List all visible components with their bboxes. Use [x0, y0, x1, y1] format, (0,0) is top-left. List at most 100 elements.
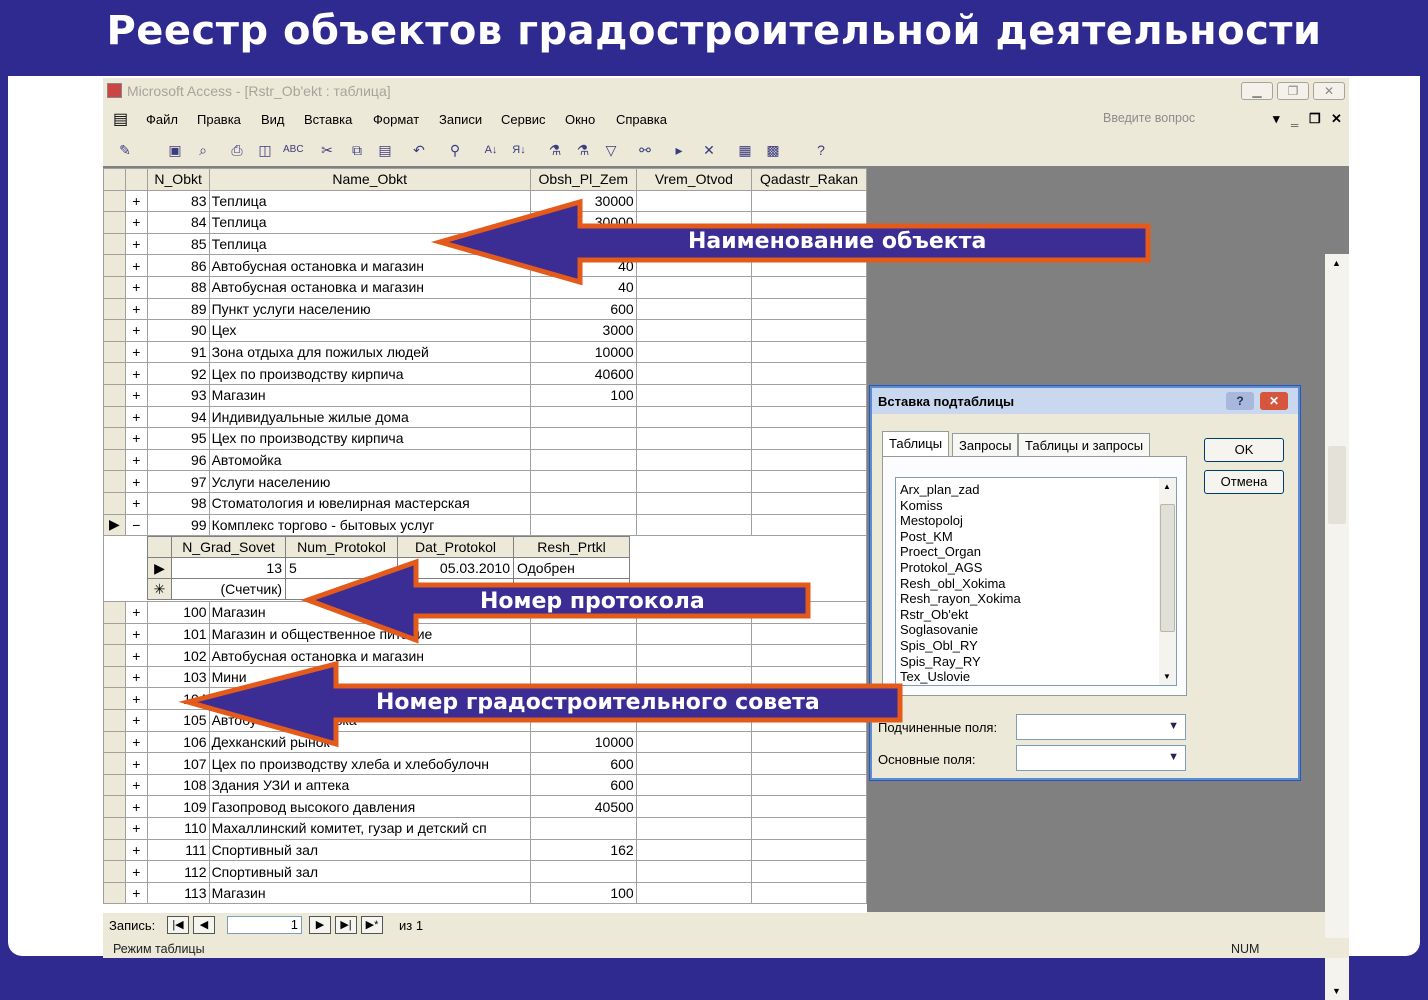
cell-n-obkt[interactable]: 98 [146, 491, 210, 515]
list-item[interactable]: Arx_plan_zad [900, 482, 980, 497]
tab-both[interactable]: Таблицы и запросы [1018, 433, 1151, 457]
print-icon[interactable]: ⎙ [227, 140, 247, 160]
vertical-scrollbar[interactable]: ▲ ▼ [1325, 254, 1349, 1000]
table-row[interactable]: +94 Индивидуальные жилые дома [103, 405, 867, 429]
cell-obsh-pl-zem[interactable] [529, 427, 637, 450]
new-object-icon[interactable]: ▩ [763, 140, 783, 160]
expand-toggle[interactable]: + [124, 838, 148, 862]
row-selector[interactable] [103, 297, 126, 321]
expand-toggle[interactable]: + [124, 232, 148, 256]
column-header[interactable]: Vrem_Otvod [635, 168, 753, 191]
cell-vrem-otvod[interactable] [635, 427, 753, 450]
filter-form-icon[interactable]: ⚗ [573, 140, 593, 160]
expand-toggle[interactable]: + [124, 470, 148, 493]
cell-n-obkt[interactable]: 90 [146, 319, 210, 342]
cell-obsh-pl-zem[interactable]: 40500 [529, 795, 637, 819]
cell-name-obkt[interactable]: Зона отдыха для пожилых людей [208, 340, 531, 364]
list-item[interactable]: Spis_Ray_RY [900, 654, 981, 669]
dialog-close-button[interactable]: ✕ [1260, 392, 1288, 410]
row-selector[interactable] [103, 730, 126, 754]
search-file-icon[interactable]: ⌕ [193, 140, 213, 160]
table-row[interactable]: +113 Магазин 100 [103, 881, 867, 905]
cell-qadastr-rakan[interactable] [751, 470, 867, 493]
list-scroll-down-icon[interactable]: ▼ [1163, 672, 1171, 681]
row-selector[interactable] [103, 817, 126, 840]
prev-record-button[interactable]: ◀ [193, 916, 215, 934]
cell-obsh-pl-zem[interactable]: 40600 [529, 362, 637, 385]
cell-n-obkt[interactable]: 91 [146, 340, 210, 364]
table-row[interactable]: +89 Пункт услуги населению 600 [103, 297, 867, 321]
cell-qadastr-rakan[interactable] [751, 491, 867, 515]
view-icon[interactable]: ✎ [115, 140, 135, 160]
cell-name-obkt[interactable]: Услуги населению [208, 470, 531, 493]
cell-n-obkt[interactable]: 83 [146, 189, 210, 213]
sub-column-header[interactable]: Resh_Prtkl [513, 536, 630, 559]
list-item[interactable]: Resh_rayon_Xokima [900, 591, 1021, 606]
sub-column-header[interactable]: Dat_Protokol [397, 536, 514, 559]
expand-toggle[interactable]: + [124, 340, 148, 364]
expand-toggle[interactable]: + [124, 211, 148, 234]
scroll-up-arrow-icon[interactable]: ▲ [1332, 258, 1341, 268]
cell-n-obkt[interactable]: 97 [146, 470, 210, 493]
copy-icon[interactable]: ⧉ [347, 140, 367, 160]
tables-list[interactable]: Arx_plan_zad Komiss Mestopoloj Post_KM Proec… [895, 477, 1177, 686]
row-selector[interactable] [103, 319, 126, 342]
list-scroll-up-icon[interactable]: ▲ [1163, 482, 1171, 491]
spelling-icon[interactable]: ABC [283, 140, 304, 160]
cell-n-obkt[interactable]: 85 [146, 232, 210, 256]
column-header[interactable]: N_Obkt [146, 168, 210, 191]
cell-qadastr-rakan[interactable] [751, 795, 867, 819]
cell-qadastr-rakan[interactable] [751, 319, 867, 342]
expand-toggle[interactable]: + [124, 795, 148, 819]
sub-cell-grad-sovet[interactable]: 13 [171, 557, 286, 580]
table-row[interactable]: +111 Спортивный зал 162 [103, 838, 867, 862]
save-icon[interactable]: ▣ [165, 140, 185, 160]
cell-vrem-otvod[interactable] [635, 340, 753, 364]
cell-n-obkt[interactable]: 95 [146, 427, 210, 450]
cell-name-obkt[interactable]: Здания УЗИ и аптека [208, 773, 531, 797]
row-selector[interactable] [103, 773, 126, 797]
expand-toggle[interactable]: + [124, 881, 148, 905]
hyperlink-icon[interactable]: ⚲ [445, 140, 465, 160]
sort-ascending-icon[interactable]: A↓ [481, 140, 501, 160]
cell-name-obkt[interactable]: Стоматология и ювелирная мастерская [208, 491, 531, 515]
column-header[interactable]: Qadastr_Rakan [751, 168, 867, 191]
expand-toggle[interactable]: + [124, 491, 148, 515]
row-selector[interactable] [103, 709, 126, 732]
expand-toggle[interactable]: + [124, 275, 148, 299]
cell-qadastr-rakan[interactable] [751, 881, 867, 905]
cell-obsh-pl-zem[interactable]: 600 [529, 297, 637, 321]
apply-filter-icon[interactable]: ▽ [601, 140, 621, 160]
new-record-icon[interactable]: ▸ [669, 140, 689, 160]
expand-toggle[interactable]: + [124, 665, 148, 689]
child-fields-dropdown[interactable]: ▼ [1016, 714, 1186, 740]
column-header[interactable]: Obsh_Pl_Zem [529, 168, 637, 191]
cell-qadastr-rakan[interactable] [751, 513, 867, 537]
cell-obsh-pl-zem[interactable] [529, 491, 637, 515]
master-fields-dropdown[interactable]: ▼ [1016, 745, 1186, 771]
row-selector[interactable] [103, 448, 126, 472]
cell-obsh-pl-zem[interactable] [529, 817, 637, 840]
scroll-down-arrow-icon[interactable]: ▼ [1332, 986, 1341, 996]
cell-vrem-otvod[interactable] [635, 817, 753, 840]
row-selector[interactable] [103, 470, 126, 493]
cell-name-obkt[interactable]: Магазин [208, 383, 531, 407]
cell-name-obkt[interactable]: Цех по производству хлеба и хлебобулочн [208, 752, 531, 775]
next-record-button[interactable]: ▶ [309, 916, 331, 934]
expand-toggle[interactable]: + [124, 405, 148, 429]
cell-n-obkt[interactable]: 94 [146, 405, 210, 429]
cell-name-obkt[interactable]: Махаллинский комитет, гузар и детский сп [208, 817, 531, 840]
cell-name-obkt[interactable]: Цех по производству кирпича [208, 427, 531, 450]
column-header[interactable]: Name_Obkt [208, 168, 531, 191]
expand-toggle[interactable]: − [124, 513, 148, 537]
cell-n-obkt[interactable]: 96 [146, 448, 210, 472]
expand-toggle[interactable]: + [124, 730, 148, 754]
expand-toggle[interactable]: + [124, 773, 148, 797]
sort-descending-icon[interactable]: Я↓ [509, 140, 529, 160]
expand-toggle[interactable]: + [124, 383, 148, 407]
cell-name-obkt[interactable]: Пункт услуги населению [208, 297, 531, 321]
cell-qadastr-rakan[interactable] [751, 427, 867, 450]
cell-obsh-pl-zem[interactable]: 100 [529, 881, 637, 905]
list-item[interactable]: Mestopoloj [900, 513, 963, 528]
corner-cell[interactable] [103, 168, 126, 191]
